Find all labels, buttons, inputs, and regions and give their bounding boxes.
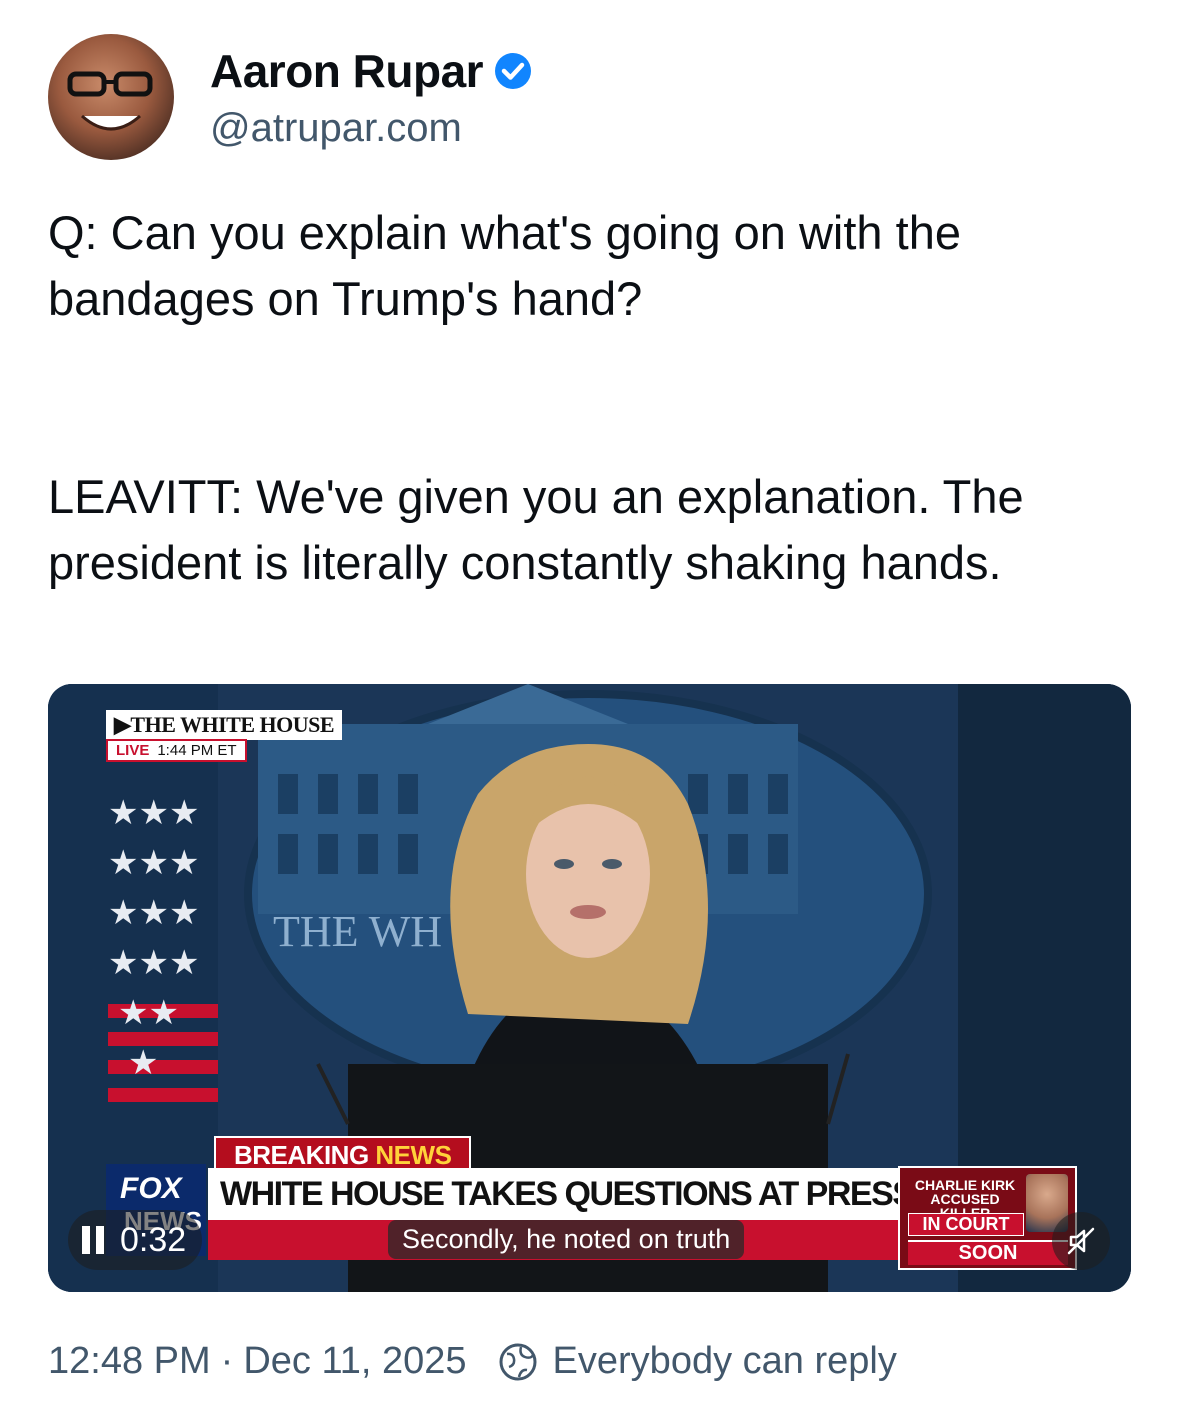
pause-icon [82,1226,106,1254]
post-header: Aaron Rupar @atrupar.com [48,34,533,160]
avatar-glasses-graphic [67,71,153,97]
post-paragraph-question: Q: Can you explain what's going on with … [48,206,961,325]
reply-setting[interactable]: Everybody can reply [553,1340,897,1383]
promo-line-3: SOON [908,1240,1068,1265]
post-paragraph-answer: LEAVITT: We've given you an explanation.… [48,470,1024,589]
headline-chyron: WHITE HOUSE TAKES QUESTIONS AT PRESS BRI… [208,1168,908,1220]
globe-icon [499,1343,537,1380]
logo-line-1: FOX [120,1172,182,1205]
svg-text:★★★: ★★★ [108,943,199,983]
mute-button[interactable] [1052,1212,1110,1270]
post-text: Q: Can you explain what's going on with … [48,200,1138,596]
network-bug: ▶THE WHITE HOUSE [106,710,343,740]
video-caption: Secondly, he noted on truth [388,1220,745,1259]
svg-text:★★★: ★★★ [108,843,199,883]
live-label: LIVE [116,742,150,759]
speaker-muted-icon [1067,1227,1095,1255]
post-footer: 12:48 PM · Dec 11, 2025 Everybody can re… [48,1340,897,1383]
svg-text:★: ★ [128,1043,158,1083]
avatar[interactable] [48,34,174,160]
avatar-smile-graphic [80,114,142,131]
video-player[interactable]: THE WH USE ★★★ ★★★ ★★★ ★★★ ★★ ★ ▶THE WHITE … [48,684,1131,1292]
verified-badge-icon [495,52,532,89]
pause-button[interactable]: 0:32 [68,1210,203,1270]
post-date[interactable]: Dec 11, 2025 [243,1340,466,1383]
post-time[interactable]: 12:48 PM [48,1340,211,1383]
live-badge: LIVE 1:44 PM ET [106,739,247,762]
side-promo: CHARLIE KIRK ACCUSED KILLER IN COURT SOO… [898,1166,1077,1270]
separator-dot: · [220,1340,234,1382]
svg-text:★★★: ★★★ [108,893,199,933]
display-name[interactable]: Aaron Rupar [210,44,484,98]
user-info: Aaron Rupar @atrupar.com [210,44,533,151]
svg-text:★★: ★★ [118,993,179,1033]
name-row: Aaron Rupar [210,44,533,98]
breaking-label: BREAKING [234,1140,369,1170]
live-time: 1:44 PM ET [157,742,237,759]
user-handle[interactable]: @atrupar.com [210,106,533,151]
svg-text:★★★: ★★★ [108,793,199,833]
elapsed-time: 0:32 [120,1220,187,1259]
breaking-news-label: NEWS [375,1140,452,1170]
promo-line-2: IN COURT [908,1213,1024,1236]
